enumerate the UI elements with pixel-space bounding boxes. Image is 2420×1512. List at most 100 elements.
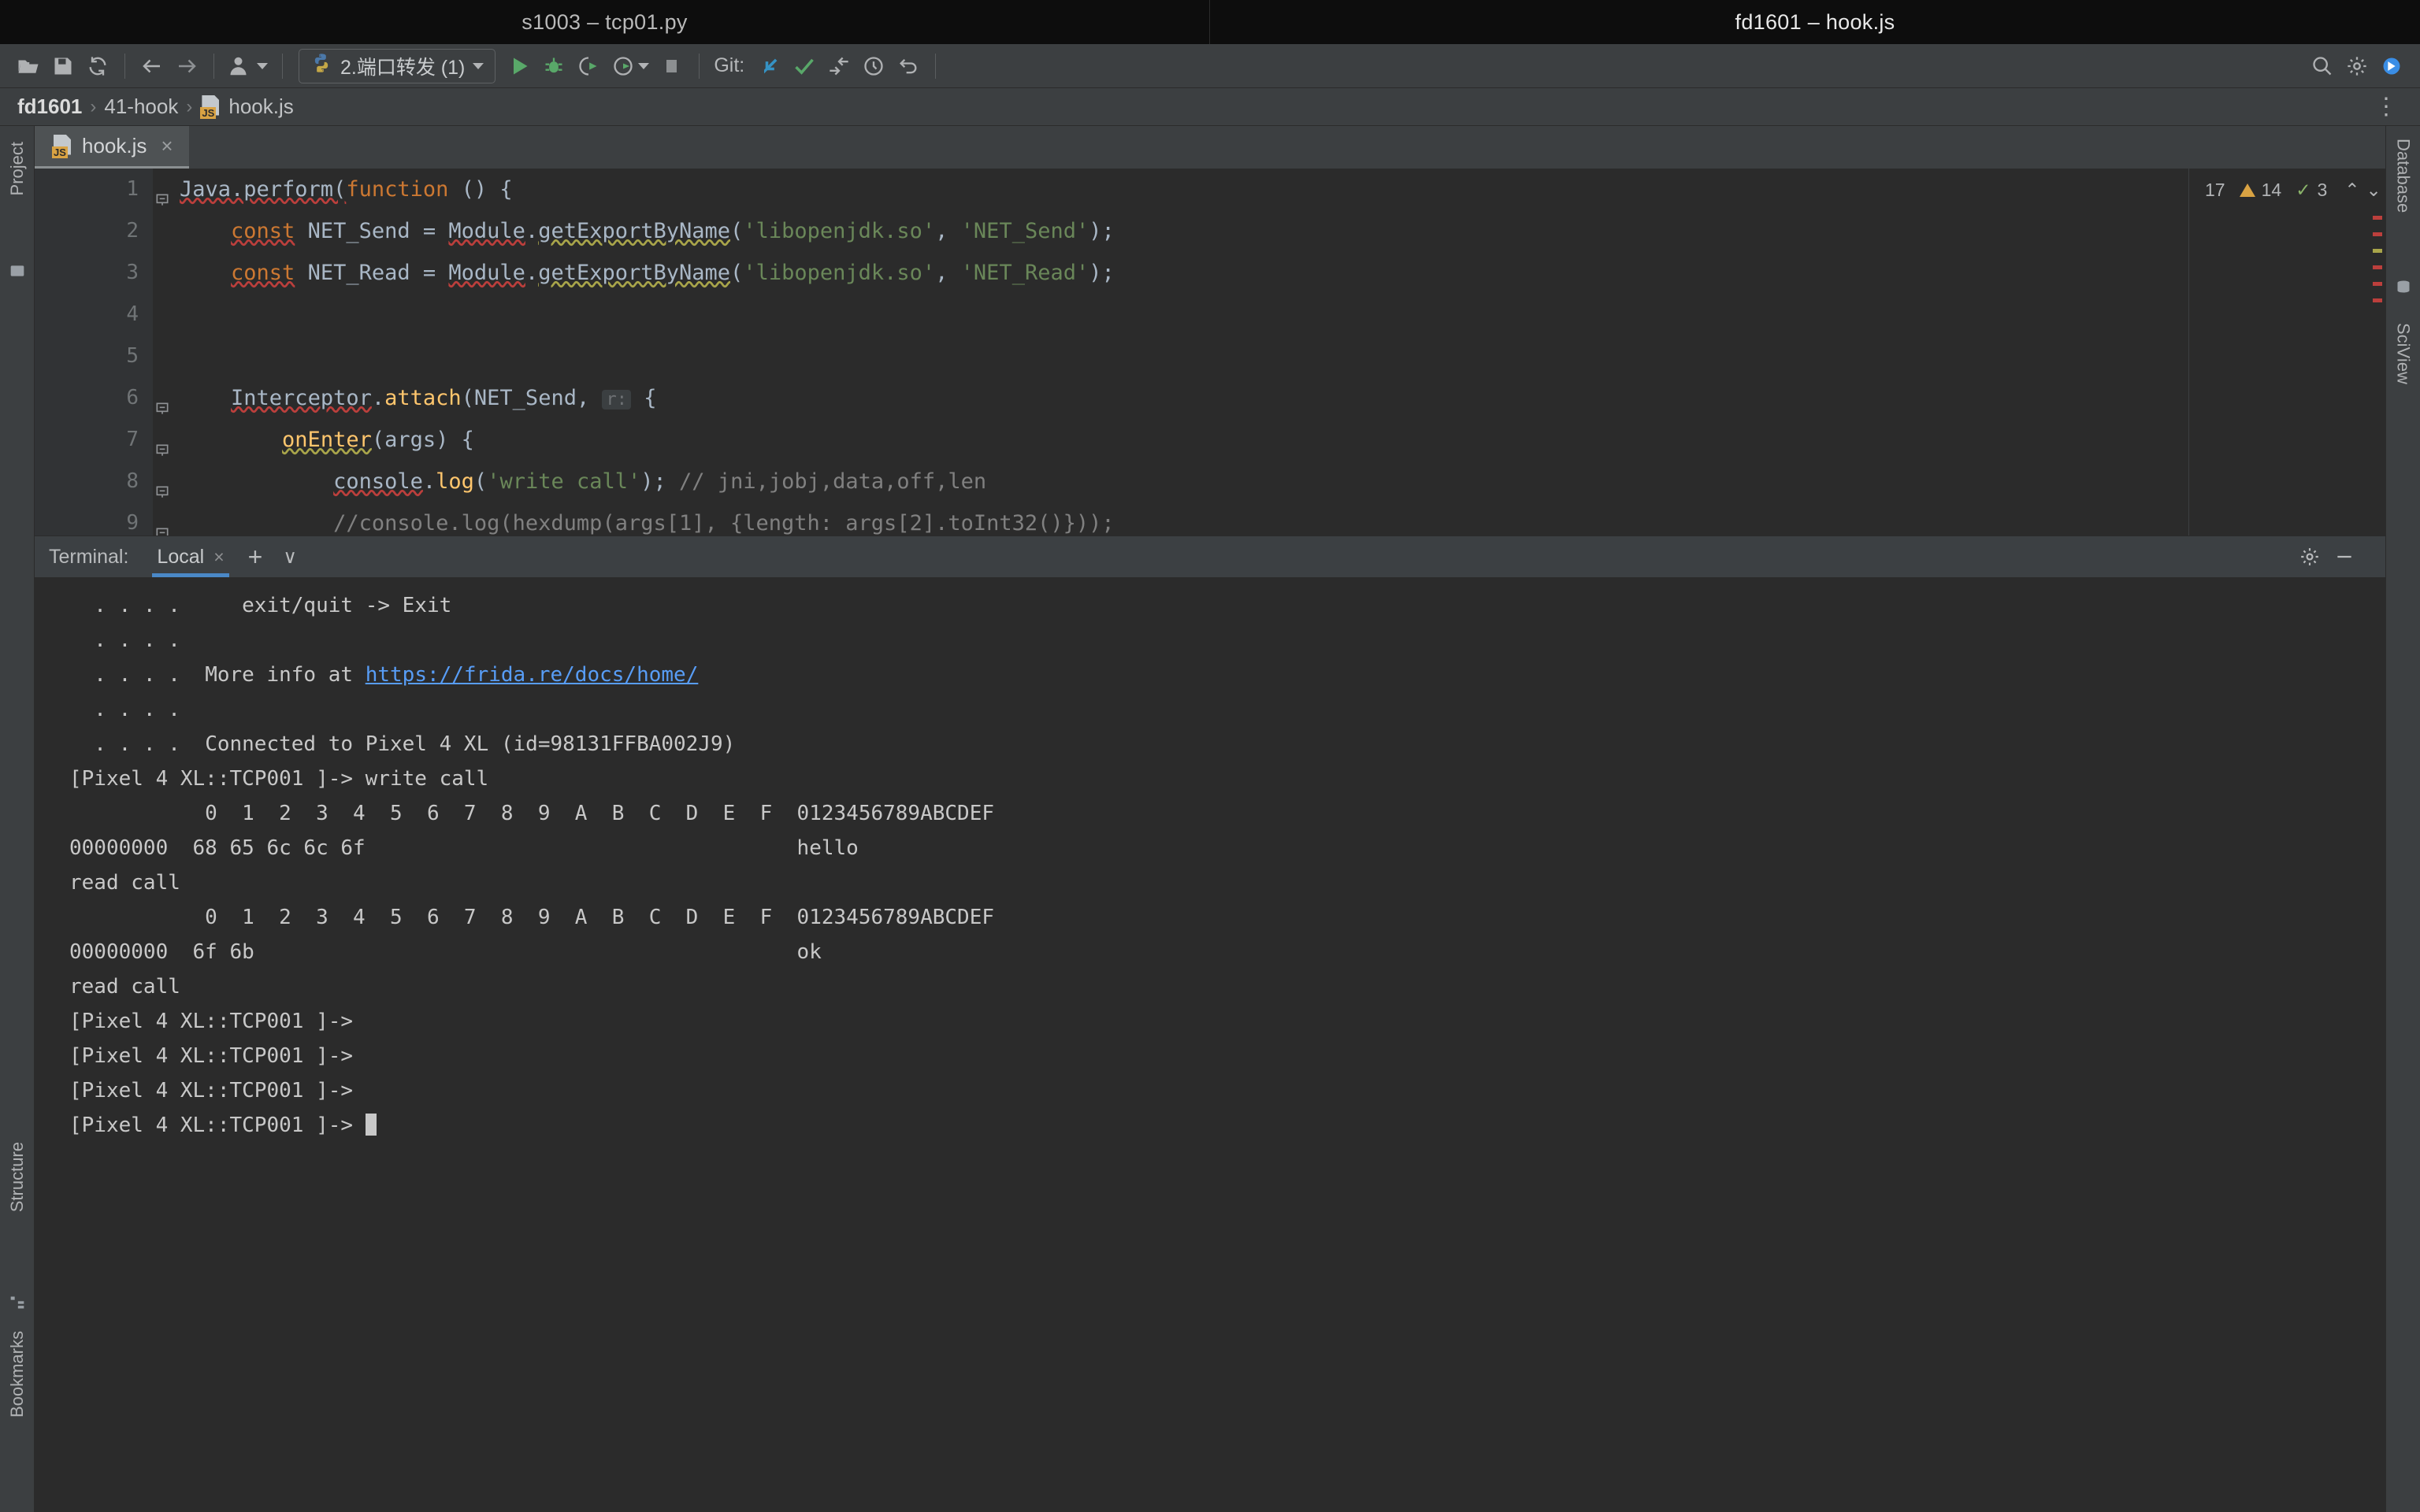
minimize-icon[interactable] (2327, 539, 2362, 574)
window-title-left: s1003 – tcp01.py (521, 9, 688, 34)
inspection-mark[interactable] (2373, 232, 2382, 236)
open-folder-icon[interactable] (11, 49, 46, 83)
push-icon[interactable] (822, 49, 856, 83)
project-files-icon[interactable] (9, 260, 25, 276)
update-project-icon[interactable] (752, 49, 787, 83)
breadcrumb-separator-2: › (186, 95, 193, 117)
terminal-text: exit/quit -> Exit (180, 594, 452, 617)
database-icon[interactable] (2396, 276, 2411, 293)
sync-icon[interactable] (80, 49, 115, 83)
code-token: NET_Send = (295, 219, 449, 243)
weak-warning-count: 3 (2317, 180, 2328, 200)
code-token: console (333, 469, 423, 494)
terminal-output[interactable]: . . . . exit/quit -> Exit . . . . . . . … (35, 577, 2385, 1512)
new-terminal-button[interactable]: + (236, 544, 276, 569)
chevron-down-icon (257, 62, 268, 69)
run-configuration-selector[interactable]: 2.端口转发 (1) (299, 48, 496, 83)
sidebar-item-bookmarks[interactable]: Bookmarks (7, 1331, 28, 1418)
code-line[interactable]: const NET_Send = Module.getExportByName(… (180, 210, 2188, 252)
stop-button[interactable] (655, 49, 689, 83)
debug-button[interactable] (536, 49, 571, 83)
inspection-sidebar[interactable]: 17 14 ✓ 3 ⌃ ⌄ (2188, 169, 2385, 536)
inspection-marks[interactable] (2373, 216, 2382, 315)
weak-warning-icon: ✓ (2296, 180, 2311, 200)
chevron-down-icon[interactable]: ⌄ (2366, 180, 2381, 201)
code-token: () { (448, 177, 513, 202)
commit-icon[interactable] (787, 49, 822, 83)
warning-count: 14 (2261, 180, 2282, 200)
git-label: Git: (714, 54, 745, 76)
settings-icon[interactable] (2340, 49, 2374, 83)
breadcrumb-item-file[interactable]: hook.js (228, 94, 293, 119)
terminal-tab-label: Local (157, 545, 205, 568)
code-line[interactable]: Java.perform(function () { (180, 169, 2188, 210)
line-number: 8 (35, 461, 169, 502)
back-arrow-icon[interactable] (135, 49, 169, 83)
plugin-icon[interactable] (2374, 49, 2409, 83)
inspection-mark[interactable] (2373, 282, 2382, 286)
fold-minus-icon[interactable] (154, 473, 170, 498)
code-line[interactable]: Interceptor.attach(NET_Send, r: { (180, 377, 2188, 419)
sidebar-item-database[interactable]: Database (2393, 139, 2414, 213)
search-icon[interactable] (2305, 49, 2340, 83)
save-icon[interactable] (46, 49, 80, 83)
gear-icon[interactable] (2292, 539, 2327, 574)
code-token: // jni,jobj,data,off,len (679, 469, 987, 494)
breadcrumb-item-project[interactable]: fd1601 (17, 94, 82, 119)
code-content[interactable]: Java.perform(function () { const NET_Sen… (153, 169, 2188, 536)
run-button[interactable] (502, 49, 536, 83)
terminal-link[interactable]: https://frida.re/docs/home/ (366, 663, 699, 687)
close-icon[interactable]: × (161, 134, 173, 158)
sidebar-item-structure[interactable]: Structure (7, 1142, 28, 1212)
line-number-gutter: 1 2 3 4 5 6789 (35, 169, 169, 536)
forward-arrow-icon[interactable] (169, 49, 204, 83)
profile-button[interactable] (606, 49, 655, 83)
structure-icon[interactable] (9, 1292, 25, 1309)
code-line[interactable]: console.log('write call'); // jni,jobj,d… (180, 461, 2188, 502)
error-count: 17 (2205, 180, 2225, 200)
breadcrumb-separator: › (90, 95, 97, 117)
inspection-mark[interactable] (2373, 249, 2382, 253)
code-line[interactable] (180, 335, 2188, 377)
code-token: Module (448, 261, 525, 285)
code-line[interactable]: onEnter(args) { (180, 419, 2188, 461)
window-title-right: fd1601 – hook.js (1735, 9, 1895, 34)
sidebar-item-sciview[interactable]: SciView (2393, 323, 2414, 384)
inspection-summary[interactable]: 17 14 ✓ 3 ⌃ ⌄ (2189, 169, 2385, 201)
avatar-dropdown-icon[interactable] (224, 49, 273, 83)
breadcrumb-item-folder[interactable]: 41-hook (104, 94, 178, 119)
fold-minus-icon[interactable] (154, 181, 170, 206)
code-token: . (371, 386, 385, 410)
history-icon[interactable] (856, 49, 891, 83)
code-token: attach (384, 386, 462, 410)
code-token: Interceptor (231, 386, 372, 410)
inspection-mark[interactable] (2373, 265, 2382, 269)
code-editor[interactable]: 1 2 3 4 5 6789 Java.perform(function () { con… (35, 169, 2385, 536)
editor-tab-hook-js[interactable]: JS hook.js × (35, 126, 189, 169)
line-number: 4 (126, 302, 139, 326)
code-line[interactable]: //console.log(hexdump(args[1], {length: … (180, 502, 2188, 536)
code-line[interactable] (180, 294, 2188, 335)
chevron-up-icon[interactable]: ⌃ (2344, 180, 2359, 201)
terminal-text: 0 1 2 3 4 5 6 7 8 9 A B C D E F 01234567… (69, 906, 994, 929)
terminal-text: [Pixel 4 XL::TCP001 ]-> write call (69, 767, 489, 791)
code-line[interactable]: const NET_Read = Module.getExportByName(… (180, 252, 2188, 294)
inspection-mark[interactable] (2373, 216, 2382, 220)
code-token: (NET_Send, (461, 386, 603, 410)
close-icon[interactable]: × (213, 547, 224, 568)
fold-minus-icon[interactable] (154, 390, 170, 414)
fold-minus-icon[interactable] (154, 515, 170, 536)
rollback-icon[interactable] (891, 49, 926, 83)
terminal-tab-local[interactable]: Local × (146, 536, 235, 577)
fold-minus-icon[interactable] (154, 432, 170, 456)
terminal-text: 0 1 2 3 4 5 6 7 8 9 A B C D E F 01234567… (69, 802, 994, 825)
terminal-line: read call (69, 969, 2385, 1004)
chevron-down-icon[interactable]: ∨ (275, 546, 305, 569)
run-with-coverage-button[interactable] (571, 49, 606, 83)
os-title-bar: s1003 – tcp01.py fd1601 – hook.js (0, 0, 2420, 44)
breadcrumb-more-actions-icon[interactable]: ⋮ (2374, 93, 2420, 120)
inspection-mark[interactable] (2373, 298, 2382, 302)
sidebar-item-project[interactable]: Project (7, 142, 28, 195)
terminal-text: [Pixel 4 XL::TCP001 ]-> (69, 1079, 354, 1102)
